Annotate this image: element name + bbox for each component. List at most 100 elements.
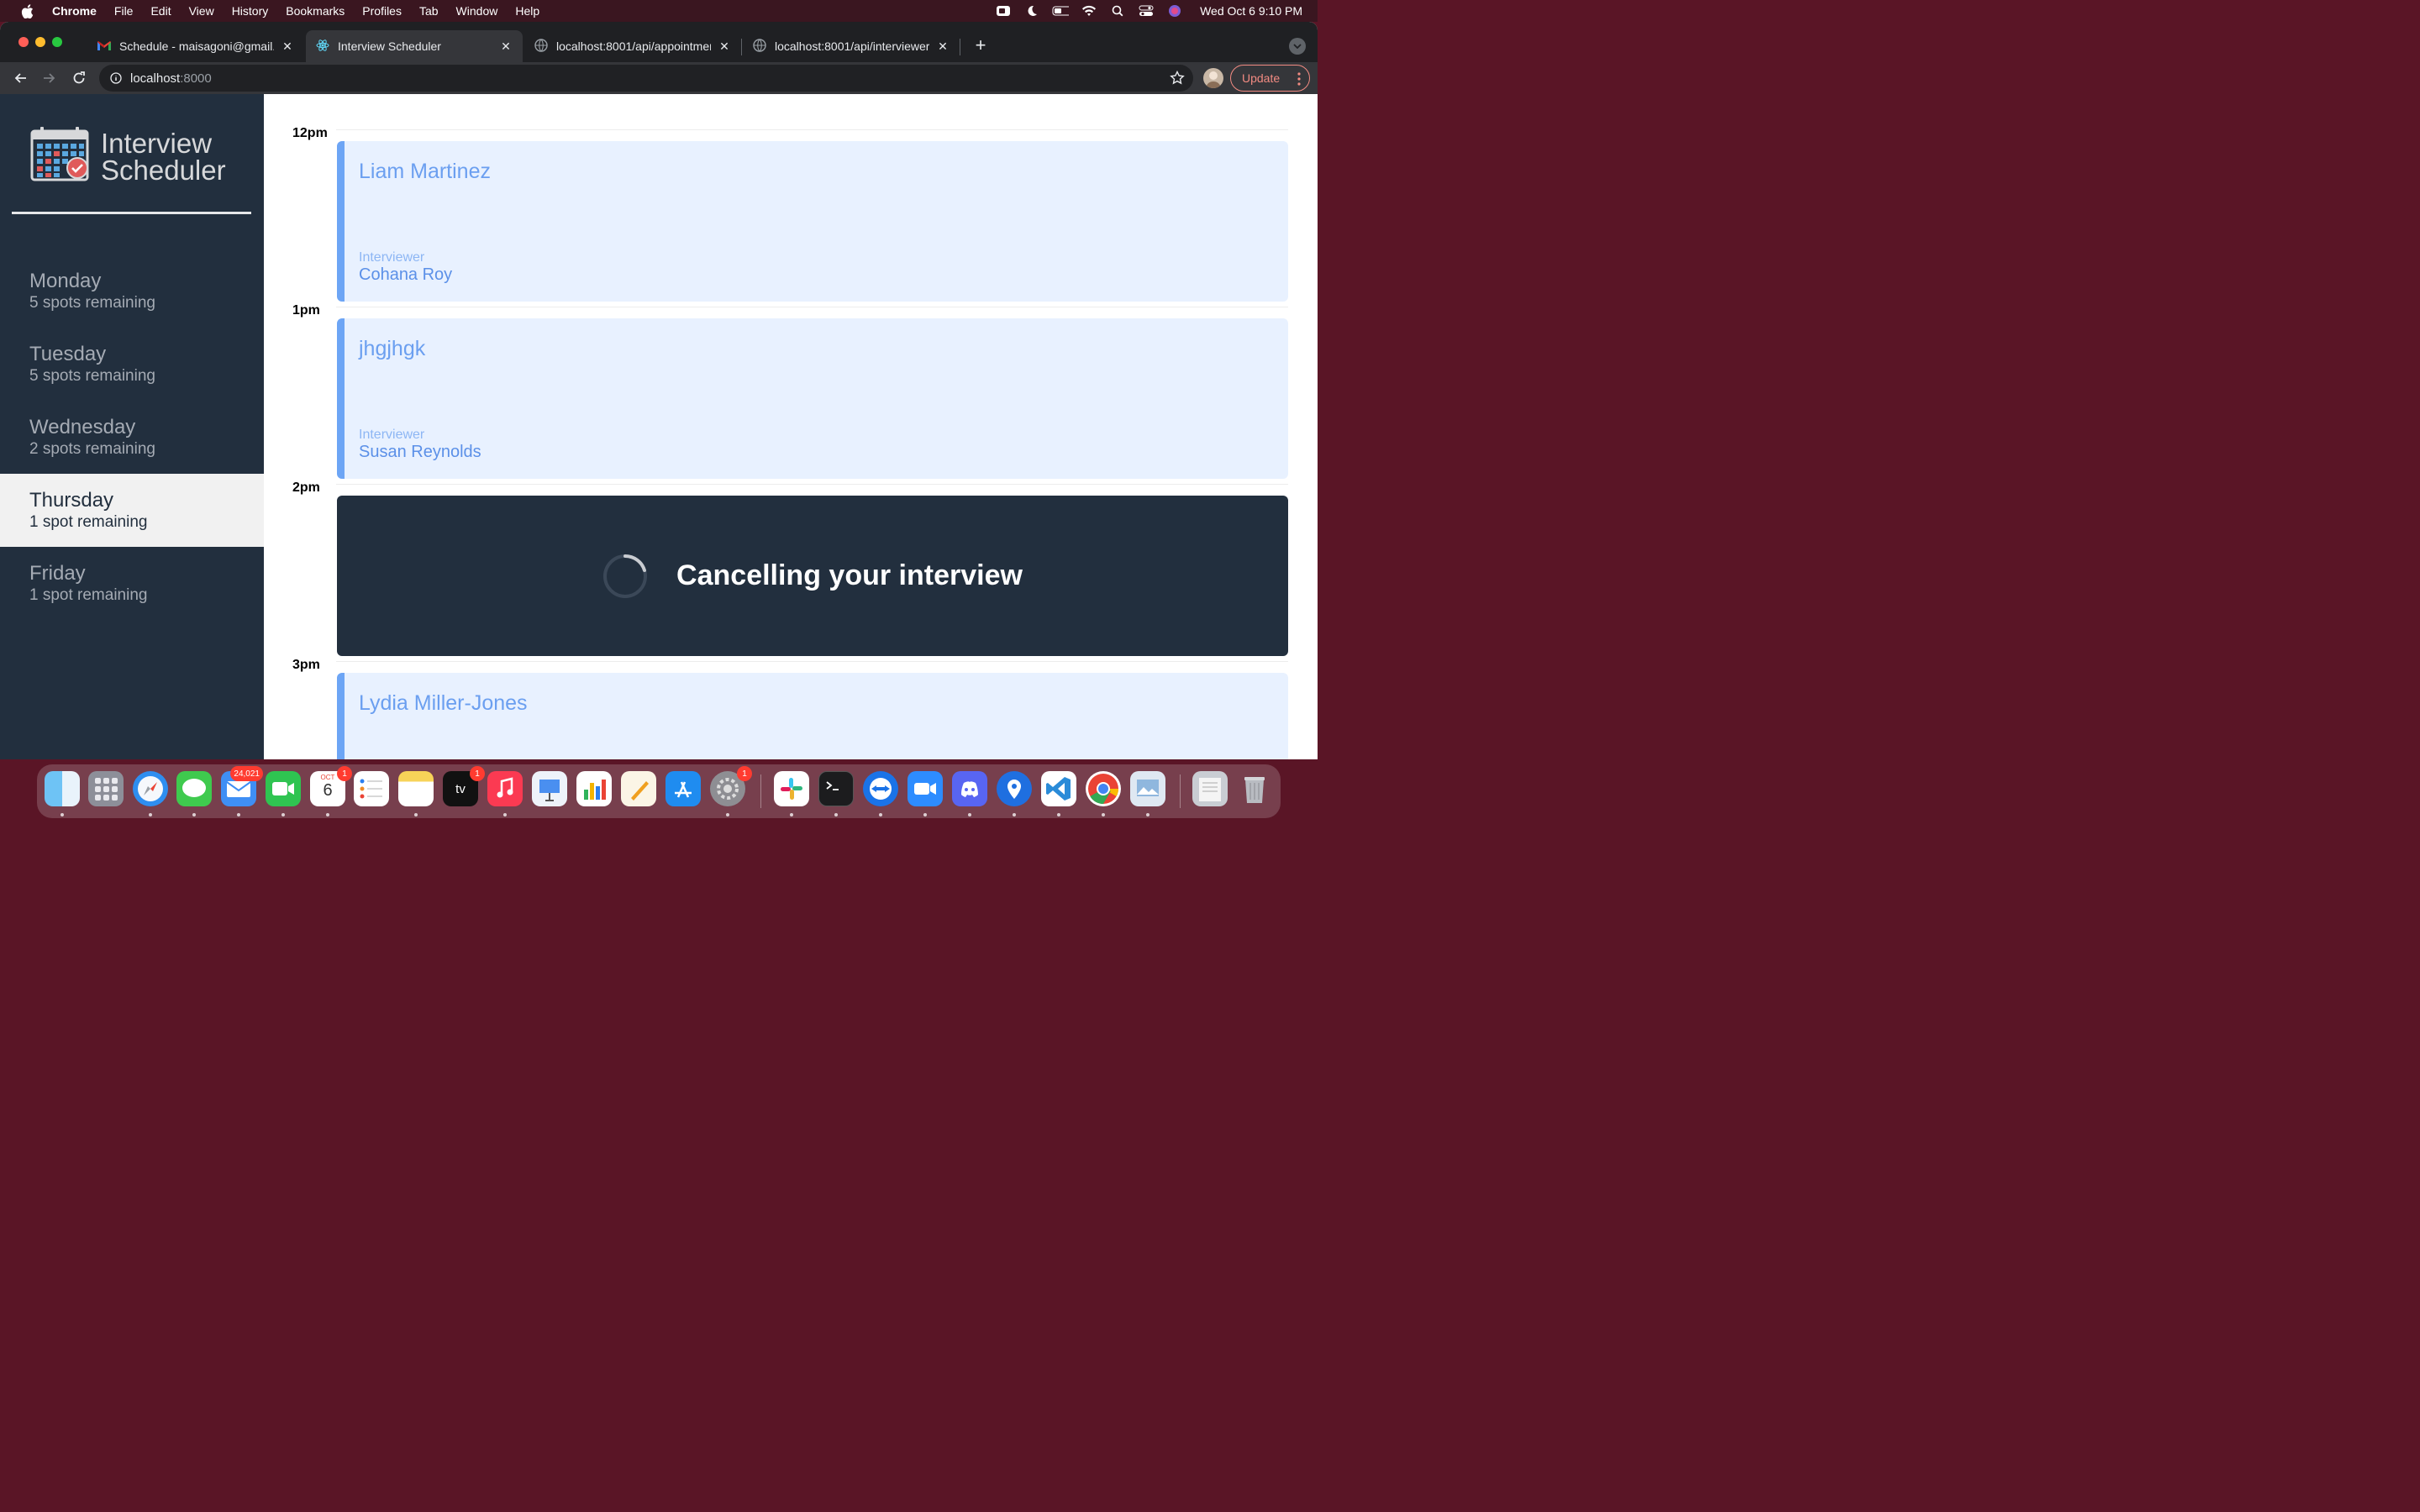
app-store-icon[interactable] — [666, 771, 701, 806]
running-indicator — [1146, 813, 1150, 816]
minimize-window-button[interactable] — [35, 37, 45, 47]
keynote-icon[interactable] — [532, 771, 567, 806]
teamviewer-icon[interactable] — [863, 771, 898, 806]
menu-help[interactable]: Help — [515, 4, 539, 18]
safari-icon[interactable] — [133, 771, 168, 806]
slot-header: 1pm — [292, 303, 1288, 320]
wifi-icon[interactable] — [1081, 4, 1097, 18]
address-bar[interactable]: localhost:8000 — [99, 65, 1193, 92]
tv-badge: 1 — [470, 766, 485, 781]
zoom-icon[interactable] — [908, 771, 943, 806]
menu-window[interactable]: Window — [456, 4, 498, 18]
discord-icon[interactable] — [952, 771, 987, 806]
menu-app-name[interactable]: Chrome — [52, 4, 97, 18]
tab-api-appointments[interactable]: localhost:8001/api/appointmen ✕ — [524, 30, 741, 62]
messages-icon[interactable] — [176, 771, 212, 806]
site-info-icon[interactable] — [109, 71, 123, 85]
close-tab-icon[interactable]: ✕ — [718, 39, 731, 53]
calendar-icon[interactable]: OCT 6 1 — [310, 766, 352, 806]
terminal-icon[interactable] — [818, 771, 854, 806]
running-indicator — [1102, 813, 1105, 816]
spotlight-search-icon[interactable] — [1109, 4, 1126, 18]
menu-view[interactable]: View — [189, 4, 214, 18]
bookmark-star-icon[interactable] — [1170, 70, 1185, 86]
logo-line-2: Scheduler — [101, 154, 226, 186]
slot-header: 3pm — [292, 658, 1288, 675]
apple-tv-icon[interactable]: tv 1 — [443, 766, 485, 806]
music-icon[interactable] — [487, 771, 523, 806]
moon-icon[interactable] — [1023, 4, 1040, 18]
forward-arrow-icon[interactable] — [39, 68, 60, 88]
appointment-card[interactable]: Liam Martinez Interviewer Cohana Roy — [337, 141, 1288, 302]
day-spots: 1 spot remaining — [29, 513, 148, 531]
location-pin-app-icon[interactable] — [997, 771, 1032, 806]
vscode-icon[interactable] — [1041, 771, 1076, 806]
day-spots: 5 spots remaining — [29, 367, 155, 385]
pages-icon[interactable] — [621, 771, 656, 806]
update-button[interactable]: Update — [1230, 65, 1310, 92]
day-name: Tuesday — [29, 343, 107, 365]
day-name: Friday — [29, 562, 86, 585]
documents-folder-icon[interactable] — [1192, 771, 1228, 806]
close-tab-icon[interactable]: ✕ — [936, 39, 950, 53]
notes-icon[interactable] — [398, 771, 434, 806]
system-preferences-icon[interactable]: 1 — [710, 766, 752, 806]
close-window-button[interactable] — [18, 37, 29, 47]
close-tab-icon[interactable]: ✕ — [281, 39, 294, 53]
running-indicator — [60, 813, 64, 816]
slack-icon[interactable] — [774, 771, 809, 806]
launchpad-icon[interactable] — [88, 771, 124, 806]
day-item-tuesday[interactable]: Tuesday 5 spots remaining — [0, 328, 264, 401]
mail-icon[interactable]: 24,021 — [221, 766, 263, 806]
control-center-icon[interactable] — [1138, 4, 1155, 18]
profile-avatar[interactable] — [1203, 68, 1223, 88]
interviewer-name: Cohana Roy — [359, 265, 453, 284]
menu-bookmarks[interactable]: Bookmarks — [286, 4, 345, 18]
running-indicator — [1057, 813, 1060, 816]
video-camera-icon[interactable] — [995, 4, 1012, 18]
new-tab-icon[interactable]: + — [971, 36, 990, 55]
more-menu-icon[interactable] — [1297, 72, 1301, 88]
tab-interview-scheduler[interactable]: Interview Scheduler ✕ — [306, 30, 523, 62]
day-item-monday[interactable]: Monday 5 spots remaining — [0, 255, 264, 328]
day-item-friday[interactable]: Friday 1 spot remaining — [0, 547, 264, 620]
tab-search-chevron-icon[interactable] — [1289, 38, 1306, 55]
menu-file[interactable]: File — [114, 4, 134, 18]
reload-icon[interactable] — [69, 68, 89, 88]
day-spots: 1 spot remaining — [29, 586, 148, 604]
back-arrow-icon[interactable] — [10, 68, 30, 88]
zoom-window-button[interactable] — [52, 37, 62, 47]
day-name: Monday — [29, 270, 102, 292]
apple-menu-icon[interactable] — [18, 3, 35, 18]
reminders-icon[interactable] — [354, 771, 389, 806]
running-indicator — [790, 813, 793, 816]
menu-tab[interactable]: Tab — [419, 4, 439, 18]
day-item-thursday[interactable]: Thursday 1 spot remaining — [0, 474, 264, 547]
appointment-card[interactable]: jhgjhgk Interviewer Susan Reynolds — [337, 318, 1288, 479]
slot-divider — [336, 661, 1288, 662]
finder-icon[interactable] — [45, 771, 80, 806]
macos-dock: 24,021 OCT 6 1 tv 1 1 — [37, 764, 1281, 818]
menu-profiles[interactable]: Profiles — [362, 4, 402, 18]
tab-api-interviewers[interactable]: localhost:8001/api/interviewers ✕ — [743, 30, 960, 62]
close-tab-icon[interactable]: ✕ — [499, 39, 513, 53]
menu-edit[interactable]: Edit — [150, 4, 171, 18]
day-item-wednesday[interactable]: Wednesday 2 spots remaining — [0, 401, 264, 474]
numbers-icon[interactable] — [576, 771, 612, 806]
appointment-card[interactable]: Lydia Miller-Jones — [337, 673, 1288, 759]
running-indicator — [923, 813, 927, 816]
facetime-icon[interactable] — [266, 771, 301, 806]
menu-history[interactable]: History — [232, 4, 269, 18]
trash-icon[interactable] — [1237, 771, 1272, 806]
globe-icon — [534, 38, 548, 55]
battery-icon[interactable] — [1052, 4, 1070, 18]
interviewer-name: Susan Reynolds — [359, 443, 481, 461]
gmail-icon — [97, 39, 111, 53]
tab-gmail[interactable]: Schedule - maisagoni@gmail.c ✕ — [87, 30, 304, 62]
menubar-clock[interactable]: Wed Oct 6 9:10 PM — [1200, 4, 1302, 18]
slot-time: 1pm — [292, 303, 320, 318]
siri-icon[interactable] — [1166, 4, 1183, 18]
preview-icon[interactable] — [1130, 771, 1165, 806]
slot-time: 3pm — [292, 658, 320, 672]
chrome-icon[interactable] — [1086, 771, 1121, 806]
